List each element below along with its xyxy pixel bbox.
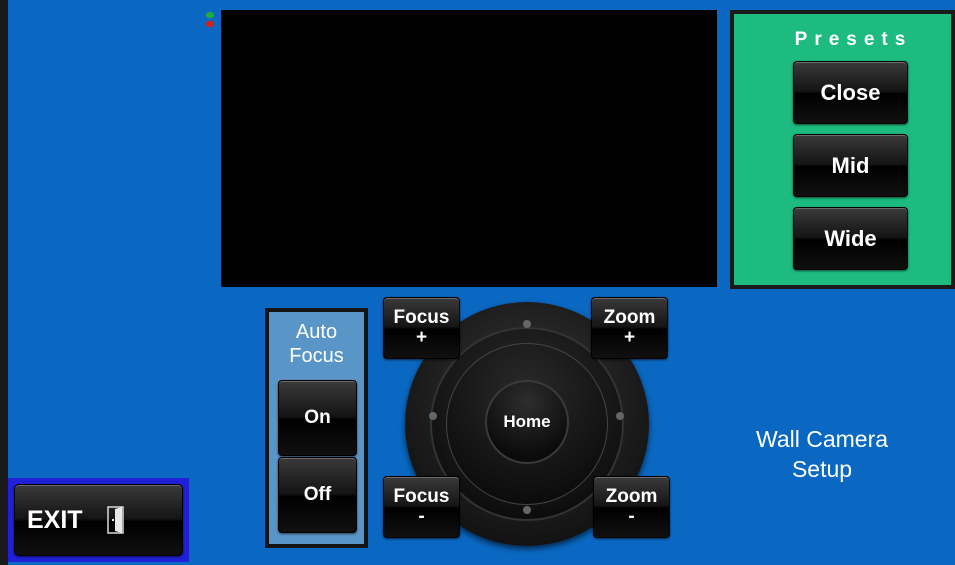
zoom-minus-line2: - [628,506,635,527]
auto-focus-title-line1: Auto [295,321,338,343]
auto-focus-title-line2: Focus [289,345,344,367]
zoom-minus-button[interactable]: Zoom - [593,476,670,538]
focus-minus-line1: Focus [393,486,450,507]
exit-button-frame: EXIT [8,478,189,562]
zoom-plus-button[interactable]: Zoom + [591,297,668,359]
status-indicator-red [206,21,214,27]
preset-close-button[interactable]: Close [793,61,908,124]
auto-focus-off-button[interactable]: Off [278,457,357,533]
screen-title: Wall Camera Setup [722,424,922,484]
zoom-plus-line1: Zoom [603,307,656,328]
presets-panel-body: Presets Close Mid Wide [734,14,951,285]
home-button-label: Home [503,412,551,431]
dpad-up-marker [523,320,531,328]
auto-focus-panel-body: Auto Focus On Off [269,312,364,544]
auto-focus-on-button[interactable]: On [278,380,357,456]
dpad-down-marker [523,506,531,514]
preset-wide-button[interactable]: Wide [793,207,908,270]
left-edge-strip [0,0,8,565]
home-button[interactable]: Home [485,380,569,464]
presets-panel: Presets Close Mid Wide [730,10,955,289]
auto-focus-title: Auto Focus [269,320,364,368]
status-indicator-green [206,12,214,18]
focus-minus-button[interactable]: Focus - [383,476,460,538]
door-exit-icon [106,506,124,534]
presets-title: Presets [794,29,913,50]
exit-button[interactable]: EXIT [14,484,183,556]
preset-mid-button[interactable]: Mid [793,134,908,197]
focus-plus-line1: Focus [393,307,450,328]
screen-title-line1: Wall Camera [755,426,889,452]
dpad-right-marker [616,412,624,420]
camera-video-preview [221,10,717,287]
auto-focus-panel: Auto Focus On Off [265,308,368,548]
focus-plus-button[interactable]: Focus + [383,297,460,359]
screen-title-line2: Setup [791,456,853,482]
exit-label: EXIT [27,505,83,534]
focus-minus-line2: - [418,506,425,527]
zoom-minus-line1: Zoom [605,486,658,507]
dpad-left-marker [429,412,437,420]
zoom-plus-line2: + [623,327,636,348]
focus-plus-line2: + [415,327,428,348]
